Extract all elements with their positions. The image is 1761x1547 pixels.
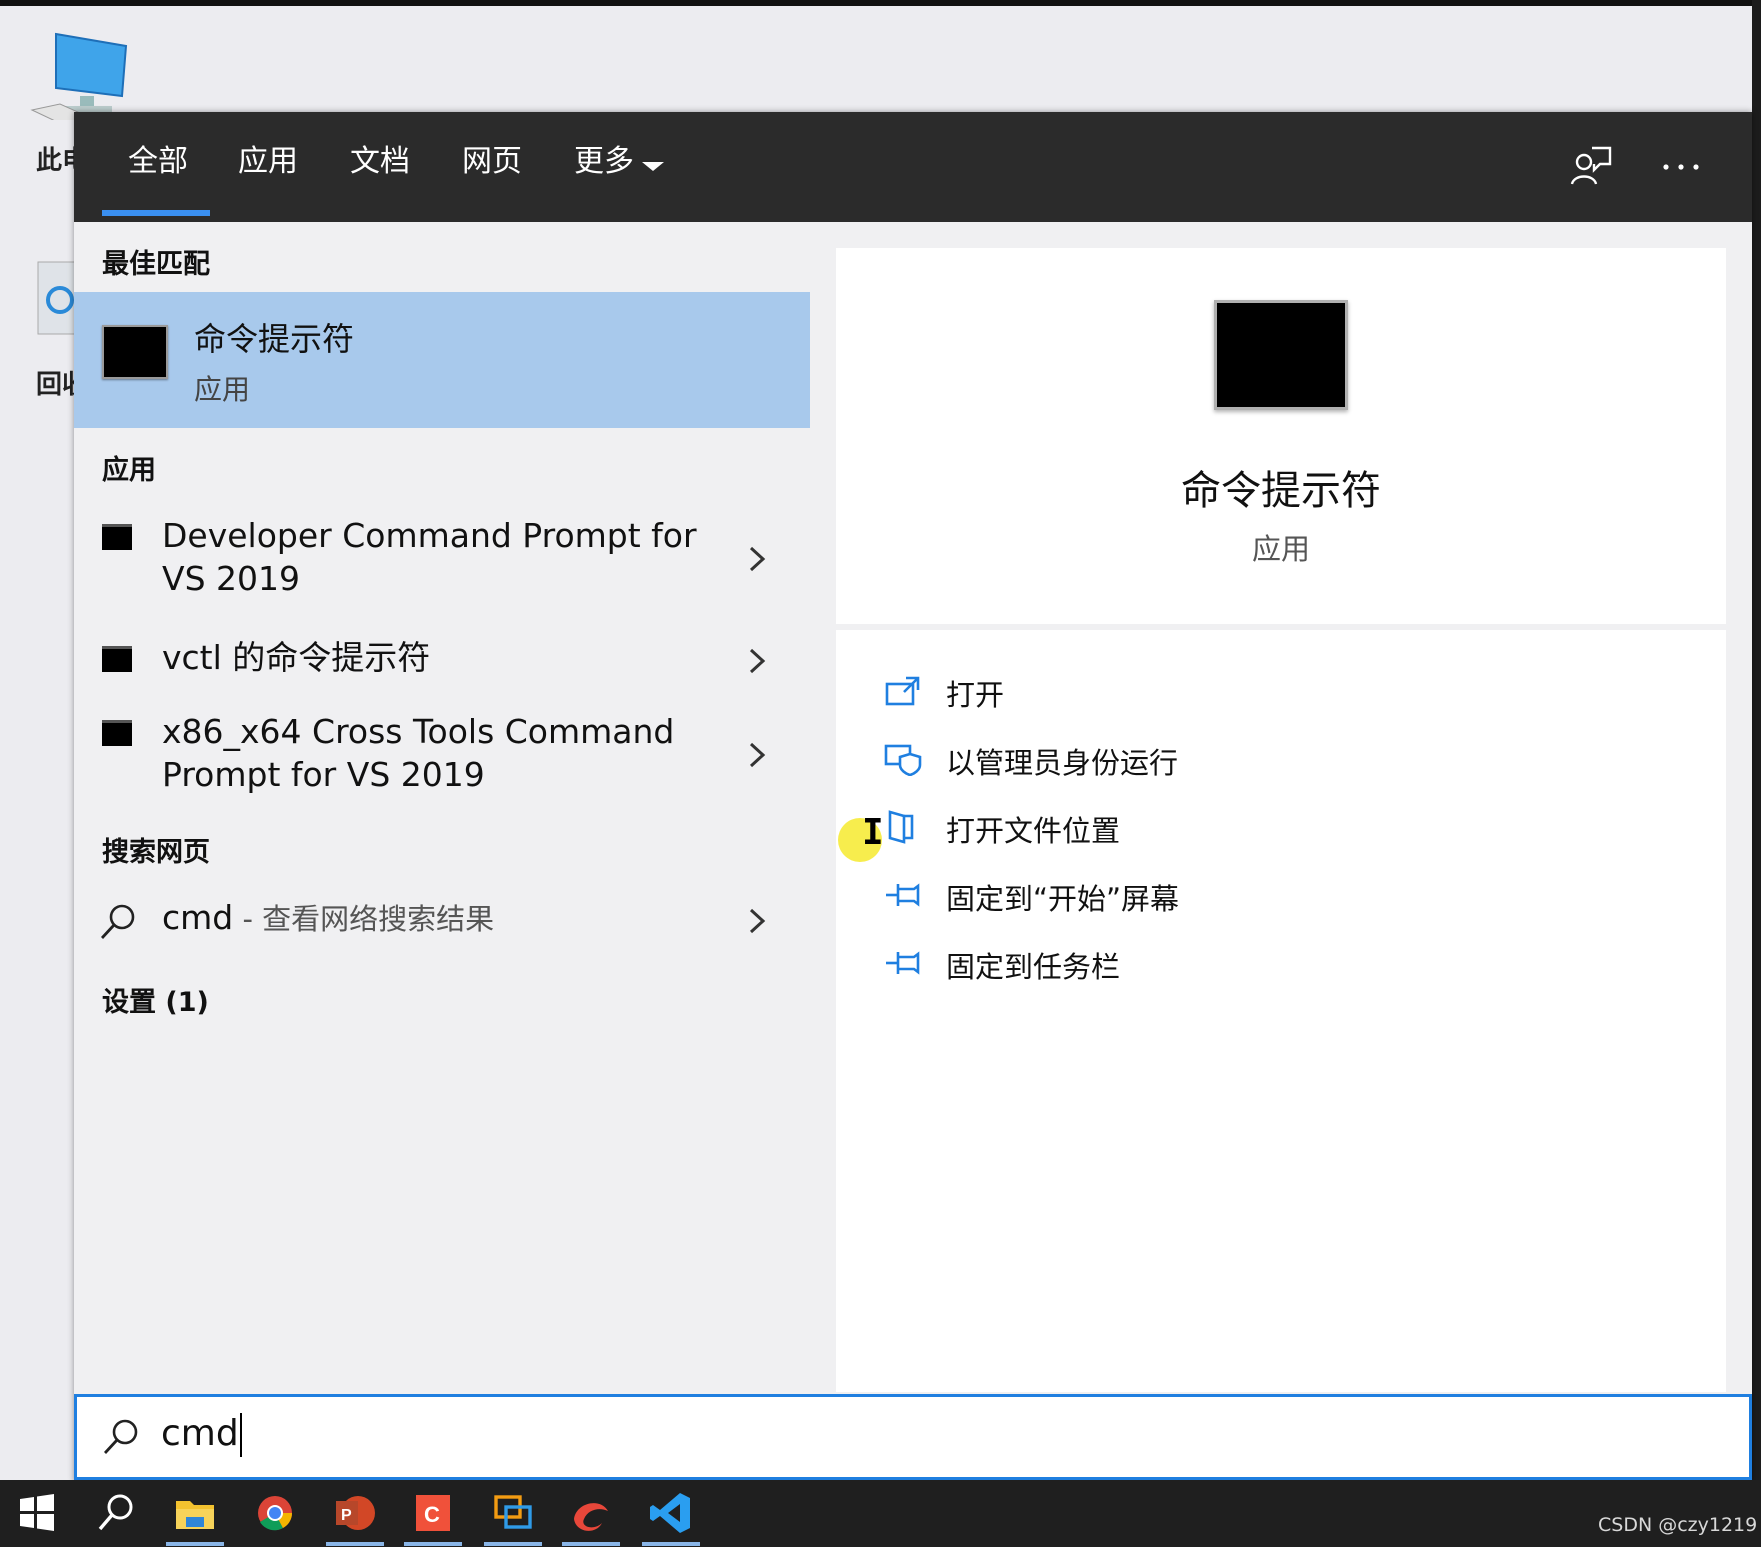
pin-icon <box>886 883 920 907</box>
chevron-right-icon[interactable] <box>746 740 768 770</box>
action-pin-to-taskbar-label: 固定到任务栏 <box>946 950 1121 984</box>
action-open-label: 打开 <box>946 678 1005 712</box>
svg-text:C: C <box>424 1502 440 1527</box>
action-pin-to-taskbar[interactable]: 固定到任务栏 <box>884 942 1584 986</box>
text-caret <box>239 1413 242 1457</box>
clion-icon[interactable]: C <box>408 1489 458 1537</box>
detail-title: 命令提示符 <box>1181 468 1381 514</box>
web-search-query: cmd <box>162 898 234 937</box>
feedback-icon[interactable] <box>1568 144 1614 190</box>
chevron-right-icon[interactable] <box>746 906 768 936</box>
running-indicator <box>484 1542 542 1546</box>
right-edge <box>1752 0 1761 1480</box>
chevron-right-icon[interactable] <box>746 646 768 676</box>
filter-bar: 全部 应用 文档 网页 更多 <box>74 112 1752 222</box>
remote-desktop-icon[interactable] <box>488 1489 538 1537</box>
web-search-hint: - 查看网络搜索结果 <box>233 902 495 936</box>
best-match-item[interactable]: 命令提示符 应用 <box>74 292 810 428</box>
command-prompt-icon <box>1214 300 1348 410</box>
running-indicator <box>404 1542 462 1546</box>
section-apps: 应用 <box>102 455 156 486</box>
best-match-subtitle: 应用 <box>194 373 251 406</box>
section-settings[interactable]: 设置 (1) <box>102 980 209 1019</box>
more-options-icon[interactable] <box>1658 144 1704 190</box>
chevron-down-icon[interactable] <box>642 162 664 171</box>
search-panel: 全部 应用 文档 网页 更多 最佳匹配 命令提示符 应用 应用 Develope… <box>74 112 1752 1482</box>
powerpoint-icon[interactable]: P <box>330 1489 380 1537</box>
command-prompt-icon <box>102 325 168 379</box>
terminal-icon <box>102 720 132 746</box>
tab-active-indicator <box>102 210 210 216</box>
app-result-label: vctl 的命令提示符 <box>162 638 431 677</box>
search-icon <box>103 1419 138 1454</box>
svg-text:P: P <box>341 1507 352 1524</box>
detail-subtitle: 应用 <box>1251 532 1310 566</box>
running-indicator <box>642 1542 700 1546</box>
open-icon <box>885 676 920 706</box>
taskbar: P C <box>0 1480 1761 1547</box>
detail-header: 命令提示符 应用 <box>836 248 1726 624</box>
action-pin-to-start[interactable]: 固定到“开始”屏幕 <box>884 874 1584 918</box>
top-edge <box>0 0 1761 6</box>
app-result-item[interactable]: Developer Command Prompt for VS 2019 <box>74 512 810 610</box>
terminal-icon <box>102 646 132 672</box>
running-indicator <box>562 1542 620 1546</box>
action-open[interactable]: 打开 <box>884 670 1584 714</box>
action-run-as-admin-label: 以管理员身份运行 <box>946 746 1179 780</box>
pin-icon <box>886 951 920 975</box>
chrome-icon[interactable] <box>250 1489 300 1537</box>
folder-location-icon <box>888 810 914 844</box>
app-result-label: x86_x64 Cross Tools Command Prompt for V… <box>162 712 675 794</box>
app-result-label: Developer Command Prompt for VS 2019 <box>162 516 697 598</box>
section-best-match: 最佳匹配 <box>102 249 210 280</box>
results-list: 最佳匹配 命令提示符 应用 应用 Developer Command Promp… <box>74 222 810 1392</box>
detail-actions: 打开 以管理员身份运行 打开文件位置 固定到“开始”屏幕 固定到任务栏 <box>836 630 1726 1392</box>
action-open-file-location-label: 打开文件位置 <box>946 814 1121 848</box>
this-pc-icon[interactable] <box>30 30 130 120</box>
vscode-icon[interactable] <box>646 1489 696 1537</box>
search-input[interactable]: cmd <box>161 1413 239 1454</box>
shield-icon <box>884 744 922 776</box>
tab-documents[interactable]: 文档 <box>350 142 410 182</box>
tab-web[interactable]: 网页 <box>462 142 522 182</box>
app-result-item[interactable]: vctl 的命令提示符 <box>74 634 810 690</box>
app-result-item[interactable]: x86_x64 Cross Tools Command Prompt for V… <box>74 708 810 806</box>
action-open-file-location[interactable]: 打开文件位置 <box>884 806 1584 850</box>
section-search-web: 搜索网页 <box>102 837 210 868</box>
action-run-as-admin[interactable]: 以管理员身份运行 <box>884 738 1584 782</box>
app-icon[interactable] <box>566 1489 616 1537</box>
search-box[interactable]: cmd <box>74 1394 1752 1480</box>
web-search-item[interactable]: cmd - 查看网络搜索结果 <box>74 894 810 950</box>
search-icon[interactable] <box>90 1489 140 1537</box>
search-icon <box>100 904 135 939</box>
action-pin-to-start-label: 固定到“开始”屏幕 <box>946 882 1180 916</box>
tab-all[interactable]: 全部 <box>128 142 188 182</box>
windows-start-icon[interactable] <box>12 1489 62 1537</box>
file-explorer-icon[interactable] <box>170 1489 220 1537</box>
chevron-right-icon[interactable] <box>746 544 768 574</box>
running-indicator <box>166 1542 224 1546</box>
terminal-icon <box>102 524 132 550</box>
tab-more[interactable]: 更多 <box>574 142 634 182</box>
text-cursor-icon: I <box>862 812 884 853</box>
tab-apps[interactable]: 应用 <box>238 142 298 182</box>
best-match-title: 命令提示符 <box>194 320 355 358</box>
watermark: CSDN @czy1219 <box>1598 1514 1758 1536</box>
running-indicator <box>326 1542 384 1546</box>
